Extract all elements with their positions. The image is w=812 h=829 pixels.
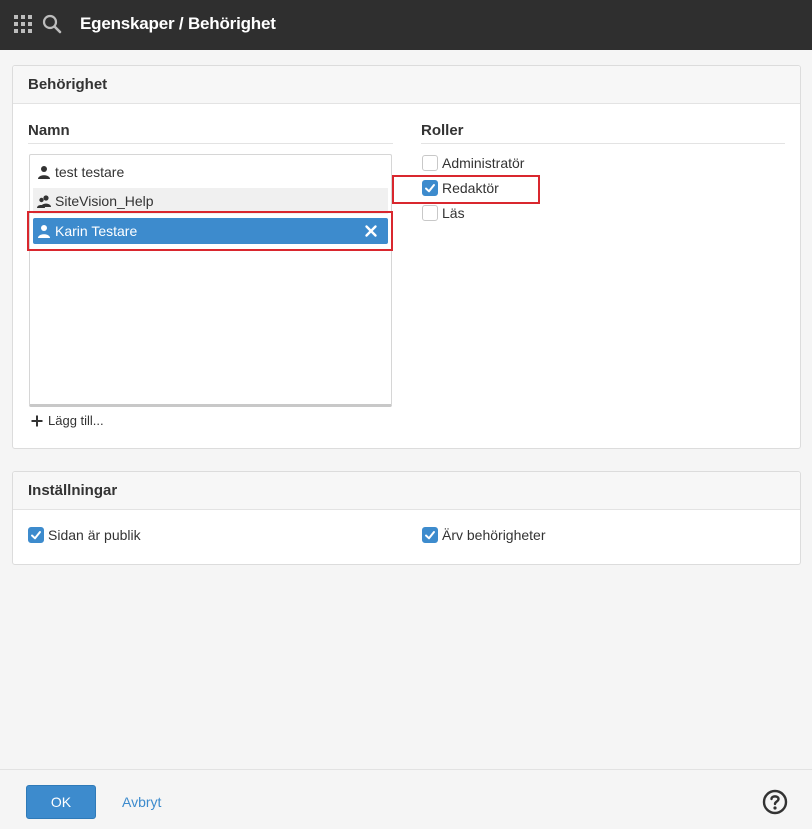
roles-divider — [421, 143, 785, 144]
roles-heading: Roller — [421, 122, 464, 139]
user-group-icon — [37, 194, 51, 208]
inherit-label: Ärv behörigheter — [442, 527, 546, 543]
public-checkbox[interactable] — [28, 527, 44, 543]
list-item-test-testare[interactable]: test testare — [33, 159, 388, 185]
cancel-button[interactable]: Avbryt — [122, 794, 161, 810]
names-heading: Namn — [28, 122, 70, 139]
permissions-panel-title: Behörighet — [13, 66, 800, 104]
public-label: Sidan är publik — [48, 527, 141, 543]
names-list[interactable]: test testare SiteVision_Help Karin Testa… — [29, 154, 392, 407]
search-icon[interactable] — [42, 14, 62, 34]
user-icon — [37, 224, 51, 238]
role-administrator-checkbox[interactable] — [422, 155, 438, 171]
add-user-label: Lägg till... — [48, 413, 104, 428]
top-bar: Egenskaper / Behörighet — [0, 0, 812, 50]
list-item-sitevision-help[interactable]: SiteVision_Help — [33, 188, 388, 214]
settings-panel-title: Inställningar — [13, 472, 800, 510]
inherit-checkbox[interactable] — [422, 527, 438, 543]
role-administrator[interactable]: Administratör — [422, 155, 524, 171]
role-redaktor[interactable]: Redaktör — [422, 180, 499, 196]
remove-icon[interactable] — [364, 224, 378, 238]
page-title: Egenskaper / Behörighet — [80, 14, 276, 33]
help-icon[interactable] — [762, 789, 788, 815]
role-las[interactable]: Läs — [422, 205, 465, 221]
ok-button[interactable]: OK — [26, 785, 96, 819]
checkmark-icon — [425, 531, 435, 540]
public-setting[interactable]: Sidan är publik — [28, 527, 141, 543]
settings-panel: Inställningar Sidan är publik Ärv behöri… — [12, 471, 801, 565]
inherit-setting[interactable]: Ärv behörigheter — [422, 527, 546, 543]
list-item-label: Karin Testare — [55, 223, 138, 239]
permissions-panel: Behörighet Namn Roller test testare Site… — [12, 65, 801, 449]
role-las-label: Läs — [442, 205, 465, 221]
role-las-checkbox[interactable] — [422, 205, 438, 221]
dialog-footer: OK Avbryt — [0, 769, 812, 829]
list-item-label: SiteVision_Help — [55, 193, 154, 209]
add-user-button[interactable]: Lägg till... — [31, 413, 104, 428]
plus-icon — [31, 415, 43, 427]
list-item-label: test testare — [55, 164, 125, 180]
role-administrator-label: Administratör — [442, 155, 525, 171]
role-redaktor-checkbox[interactable] — [422, 180, 438, 196]
apps-grid-icon[interactable] — [14, 15, 32, 33]
checkmark-icon — [425, 184, 435, 193]
role-redaktor-label: Redaktör — [442, 180, 499, 196]
user-icon — [37, 165, 51, 179]
checkmark-icon — [31, 531, 41, 540]
list-item-karin-testare[interactable]: Karin Testare — [33, 218, 388, 244]
names-divider — [28, 143, 393, 144]
